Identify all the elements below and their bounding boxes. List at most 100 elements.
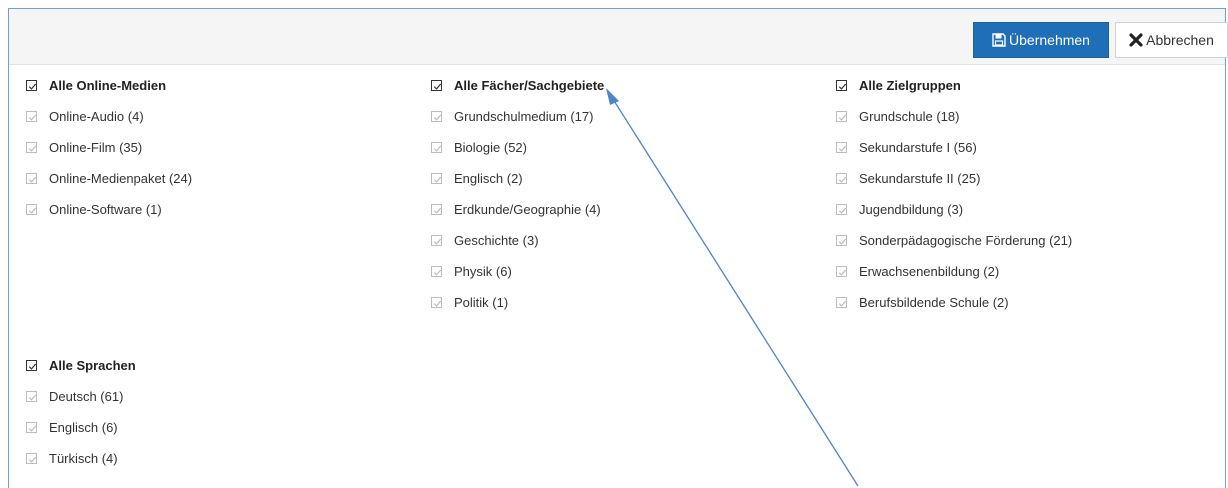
filter-label: Alle Zielgruppen	[859, 78, 961, 93]
checkbox[interactable]	[431, 204, 442, 215]
check-icon	[838, 300, 847, 307]
filter-label: Sekundarstufe I (56)	[859, 140, 977, 155]
filter-option[interactable]: Online-Audio (4)	[26, 101, 192, 132]
checkbox[interactable]	[836, 297, 847, 308]
filter-option[interactable]: Geschichte (3)	[431, 225, 604, 256]
filter-option[interactable]: Sekundarstufe II (25)	[836, 163, 1072, 194]
filter-option[interactable]: Erdkunde/Geographie (4)	[431, 194, 604, 225]
checkbox[interactable]	[836, 235, 847, 246]
checkbox[interactable]	[836, 111, 847, 122]
apply-button[interactable]: Übernehmen	[973, 22, 1109, 58]
filter-group-subjects: Alle Fächer/Sachgebiete Grundschulmedium…	[431, 70, 604, 318]
filter-label: Berufsbildende Schule (2)	[859, 295, 1009, 310]
filter-option[interactable]: Politik (1)	[431, 287, 604, 318]
checkbox[interactable]	[431, 266, 442, 277]
filter-option[interactable]: Grundschule (18)	[836, 101, 1072, 132]
check-icon	[28, 176, 37, 183]
filter-label: Politik (1)	[454, 295, 509, 310]
checkbox[interactable]	[836, 173, 847, 184]
filter-option[interactable]: Englisch (6)	[26, 412, 136, 443]
filter-option[interactable]: Sekundarstufe I (56)	[836, 132, 1072, 163]
filter-label: Englisch (2)	[454, 171, 523, 186]
filter-option[interactable]: Deutsch (61)	[26, 381, 136, 412]
checkbox[interactable]	[26, 391, 37, 402]
filter-all-subjects[interactable]: Alle Fächer/Sachgebiete	[431, 70, 604, 101]
filter-all-audiences[interactable]: Alle Zielgruppen	[836, 70, 1072, 101]
check-icon	[28, 394, 37, 401]
check-icon	[433, 269, 442, 276]
filter-label: Grundschulmedium (17)	[454, 109, 594, 124]
filter-label: Geschichte (3)	[454, 233, 539, 248]
check-icon	[28, 114, 37, 121]
filter-all-languages[interactable]: Alle Sprachen	[26, 350, 136, 381]
check-icon	[28, 145, 37, 152]
filter-option[interactable]: Online-Film (35)	[26, 132, 192, 163]
filter-group-media: Alle Online-Medien Online-Audio (4) Onli…	[26, 70, 192, 225]
filter-option[interactable]: Englisch (2)	[431, 163, 604, 194]
filter-label: Biologie (52)	[454, 140, 527, 155]
checkbox[interactable]	[26, 204, 37, 215]
checkbox[interactable]	[26, 142, 37, 153]
check-icon	[838, 176, 847, 183]
filter-option[interactable]: Online-Software (1)	[26, 194, 192, 225]
checkbox[interactable]	[431, 297, 442, 308]
check-icon	[838, 145, 847, 152]
filter-label: Sonderpädagogische Förderung (21)	[859, 233, 1073, 248]
filter-label: Erwachsenenbildung (2)	[859, 264, 1000, 279]
checkbox[interactable]	[431, 111, 442, 122]
checkbox[interactable]	[836, 80, 847, 91]
filter-label: Online-Software (1)	[49, 202, 162, 217]
x-icon	[1129, 33, 1143, 47]
filter-label: Englisch (6)	[49, 420, 118, 435]
checkbox[interactable]	[26, 80, 37, 91]
check-icon	[433, 176, 442, 183]
filter-toolbar: Übernehmen Abbrechen	[9, 9, 1228, 65]
save-icon	[992, 33, 1006, 47]
filter-label: Physik (6)	[454, 264, 512, 279]
check-icon	[28, 425, 37, 432]
checkbox[interactable]	[431, 173, 442, 184]
filter-option[interactable]: Biologie (52)	[431, 132, 604, 163]
check-icon	[433, 207, 442, 214]
filter-label: Alle Fächer/Sachgebiete	[454, 78, 605, 93]
filter-label: Türkisch (4)	[49, 451, 118, 466]
checkbox[interactable]	[26, 360, 37, 371]
checkbox[interactable]	[26, 422, 37, 433]
checkbox[interactable]	[431, 235, 442, 246]
filter-group-languages: Alle Sprachen Deutsch (61) Englisch (6) …	[26, 350, 136, 474]
checkbox[interactable]	[836, 266, 847, 277]
checkbox[interactable]	[26, 453, 37, 464]
filter-label: Deutsch (61)	[49, 389, 124, 404]
check-icon	[28, 363, 37, 370]
check-icon	[433, 83, 442, 90]
checkbox[interactable]	[431, 80, 442, 91]
check-icon	[838, 207, 847, 214]
check-icon	[433, 145, 442, 152]
checkbox[interactable]	[431, 142, 442, 153]
check-icon	[433, 300, 442, 307]
filter-label: Online-Film (35)	[49, 140, 143, 155]
filter-option[interactable]: Berufsbildende Schule (2)	[836, 287, 1072, 318]
filter-option[interactable]: Physik (6)	[431, 256, 604, 287]
filter-label: Sekundarstufe II (25)	[859, 171, 981, 186]
filter-option[interactable]: Jugendbildung (3)	[836, 194, 1072, 225]
cancel-button[interactable]: Abbrechen	[1115, 22, 1228, 58]
checkbox[interactable]	[836, 142, 847, 153]
filter-option[interactable]: Erwachsenenbildung (2)	[836, 256, 1072, 287]
filter-option[interactable]: Sonderpädagogische Förderung (21)	[836, 225, 1072, 256]
cancel-button-label: Abbrechen	[1146, 32, 1214, 48]
filter-option[interactable]: Türkisch (4)	[26, 443, 136, 474]
filter-all-media[interactable]: Alle Online-Medien	[26, 70, 192, 101]
check-icon	[28, 207, 37, 214]
checkbox[interactable]	[26, 173, 37, 184]
check-icon	[838, 269, 847, 276]
apply-button-label: Übernehmen	[1009, 32, 1090, 48]
filter-option[interactable]: Online-Medienpaket (24)	[26, 163, 192, 194]
checkbox[interactable]	[26, 111, 37, 122]
filter-option[interactable]: Grundschulmedium (17)	[431, 101, 604, 132]
checkbox[interactable]	[836, 204, 847, 215]
check-icon	[838, 238, 847, 245]
filter-label: Jugendbildung (3)	[859, 202, 964, 217]
filter-label: Erdkunde/Geographie (4)	[454, 202, 601, 217]
check-icon	[28, 83, 37, 90]
